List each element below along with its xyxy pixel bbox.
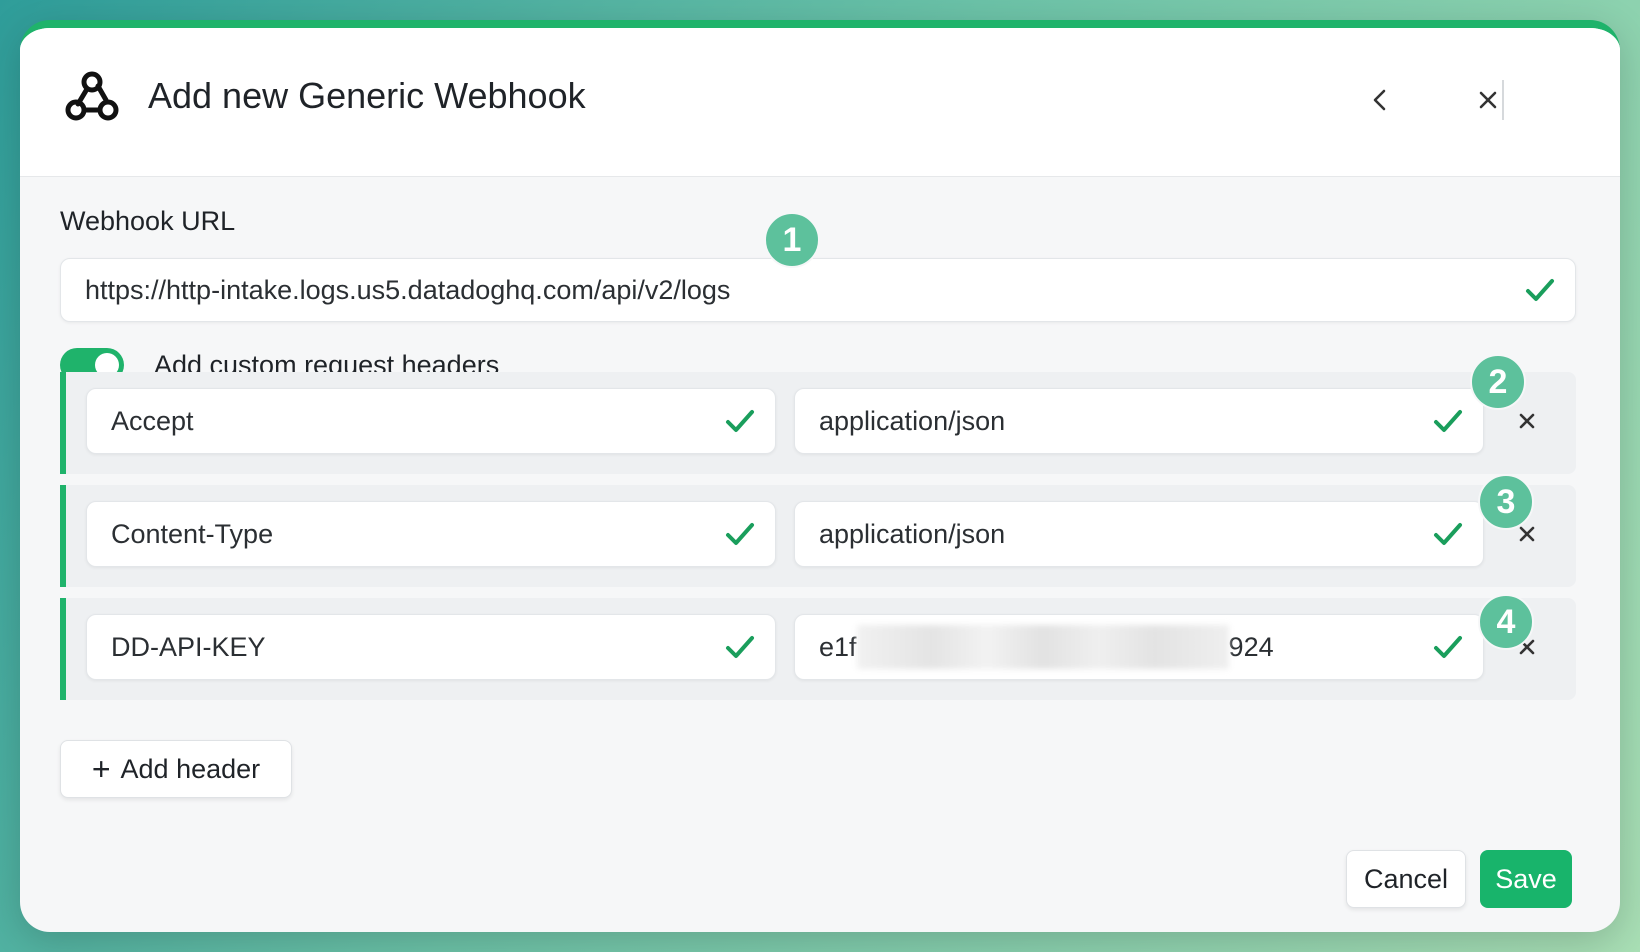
close-icon [1519,413,1535,429]
check-icon [726,636,754,658]
redacted-api-key [856,625,1229,669]
step-badge-4: 4 [1478,594,1534,650]
header-key-input[interactable]: DD-API-KEY [86,614,776,680]
webhook-url-value: https://http-intake.logs.us5.datadoghq.c… [85,274,731,305]
header-row: Content-Type application/json [60,485,1576,587]
header-key-input[interactable]: Content-Type [86,501,776,567]
step-badge-3: 3 [1478,474,1534,530]
plus-icon: + [91,751,111,787]
header-row: Accept application/json [60,372,1576,474]
header-row: DD-API-KEY e1f 924 [60,598,1576,700]
webhook-url-input[interactable]: https://http-intake.logs.us5.datadoghq.c… [60,258,1576,322]
check-icon [726,523,754,545]
back-button[interactable] [1360,80,1400,120]
cancel-button[interactable]: Cancel [1346,850,1466,908]
header-value-input[interactable]: e1f 924 [794,614,1484,680]
chevron-left-icon [1373,89,1386,111]
header-key-input[interactable]: Accept [86,388,776,454]
close-button[interactable] [1468,80,1508,120]
step-badge-1: 1 [764,212,820,268]
step-badge-2: 2 [1470,354,1526,410]
dialog-title: Add new Generic Webhook [148,75,586,116]
webhook-url-label: Webhook URL [60,206,236,236]
check-icon [1434,523,1462,545]
save-button[interactable]: Save [1480,850,1572,908]
webhook-icon [65,71,119,121]
header-value-input[interactable]: application/json [794,501,1484,567]
check-icon [1526,279,1554,301]
header-value-input[interactable]: application/json [794,388,1484,454]
close-icon [1479,91,1497,109]
add-header-button[interactable]: + Add header [60,740,292,798]
webhook-dialog: Add new Generic Webhook Webhook URL http… [20,20,1620,932]
check-icon [1434,410,1462,432]
check-icon [726,410,754,432]
close-icon [1519,526,1535,542]
dialog-header: Add new Generic Webhook [20,28,1620,177]
remove-header-button[interactable] [1510,404,1544,438]
check-icon [1434,636,1462,658]
